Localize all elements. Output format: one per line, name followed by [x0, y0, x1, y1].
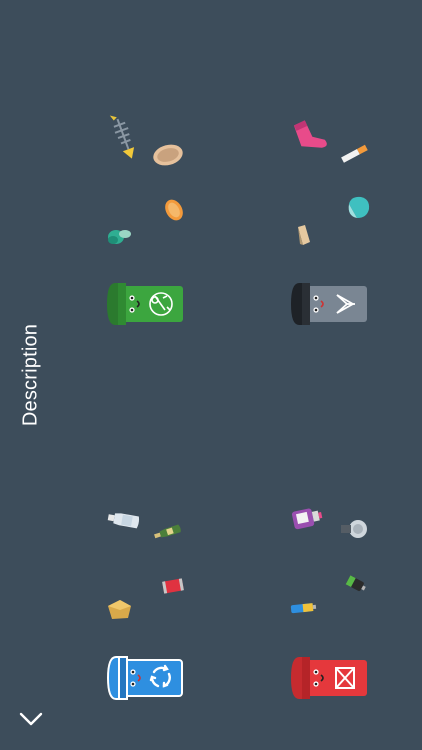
battery-small-icon	[344, 574, 368, 594]
light-bulb-icon	[336, 515, 370, 543]
orange-slice-icon	[161, 197, 187, 223]
cardboard-box-icon	[104, 596, 134, 622]
recycle-bin-icon[interactable]	[106, 655, 186, 701]
chevron-down-icon[interactable]	[18, 708, 44, 730]
napkin-icon	[295, 224, 313, 246]
hazardous-bin-icon[interactable]	[289, 655, 369, 701]
description-label[interactable]: Description	[20, 324, 43, 426]
leaves-icon	[104, 224, 134, 248]
battery-long-icon	[289, 601, 319, 615]
glass-bottle-icon	[152, 522, 184, 542]
cigarette-icon	[337, 143, 371, 165]
general-waste-bin-icon[interactable]	[289, 281, 369, 327]
bread-icon	[151, 141, 185, 169]
spray-can-icon	[289, 503, 325, 533]
sock-icon	[288, 117, 327, 157]
fish-bone-icon	[108, 112, 140, 162]
organic-bin-icon[interactable]	[105, 281, 185, 327]
plastic-bottle-icon	[106, 510, 142, 530]
soda-can-icon	[160, 576, 186, 596]
broken-cup-icon	[343, 192, 373, 222]
